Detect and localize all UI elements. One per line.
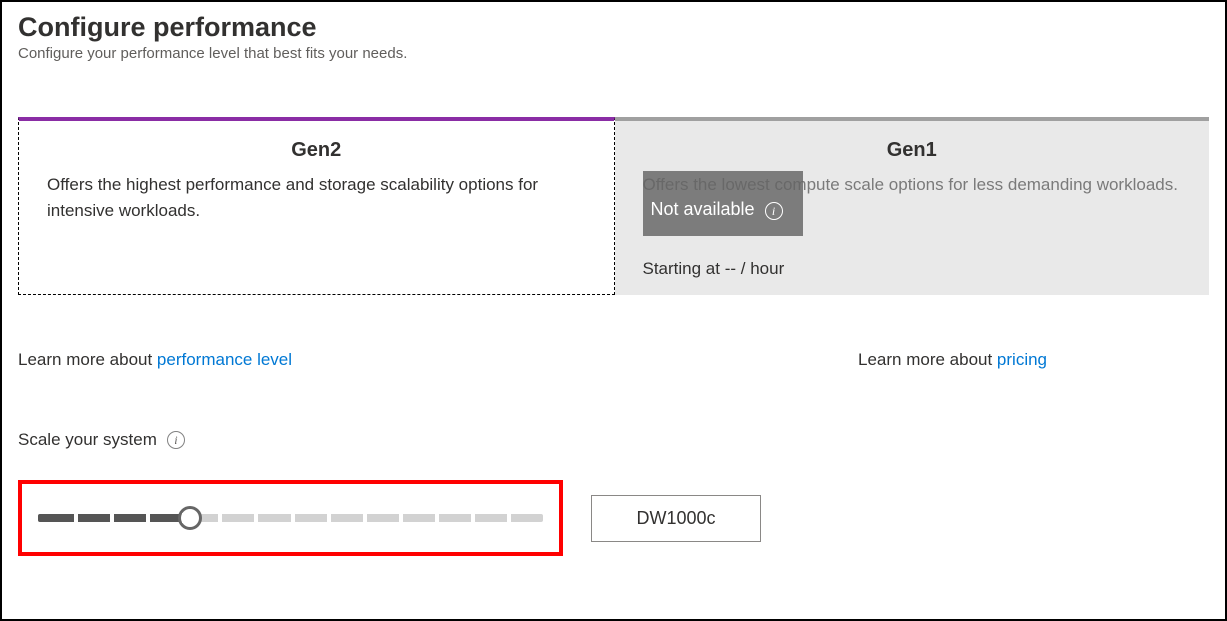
learn-more-row: Learn more about performance level Learn…: [18, 350, 1209, 370]
scale-slider-row: DW1000c: [18, 480, 1209, 556]
slider-tick: [399, 513, 403, 523]
learn-performance: Learn more about performance level: [18, 350, 858, 370]
slider-tick: [363, 513, 367, 523]
slider-tick: [182, 513, 186, 523]
slider-tick: [146, 513, 150, 523]
slider-tick: [291, 513, 295, 523]
tab-gen2-title: Gen2: [47, 139, 586, 162]
slider-tick: [254, 513, 258, 523]
pricing-link[interactable]: pricing: [997, 350, 1047, 369]
learn-pricing: Learn more about pricing: [858, 350, 1047, 370]
slider-tick: [327, 513, 331, 523]
scale-label-text: Scale your system: [18, 430, 157, 450]
performance-level-link[interactable]: performance level: [157, 350, 292, 369]
slider-tick: [507, 513, 511, 523]
scale-value-display: DW1000c: [591, 495, 761, 542]
slider-tick: [74, 513, 78, 523]
slider-thumb[interactable]: [178, 506, 202, 530]
performance-tier-tabs: Gen2 Offers the highest performance and …: [18, 117, 1209, 295]
tab-gen2[interactable]: Gen2 Offers the highest performance and …: [18, 117, 615, 295]
tab-gen1-title: Gen1: [643, 139, 1182, 162]
slider-tick: [471, 513, 475, 523]
scale-slider[interactable]: [38, 514, 543, 522]
slider-tick: [435, 513, 439, 523]
learn-prefix: Learn more about: [18, 350, 157, 369]
not-available-label: Not available: [651, 199, 755, 220]
tab-gen1: Gen1 Offers the lowest compute scale opt…: [615, 117, 1210, 295]
page-title: Configure performance: [18, 12, 1209, 43]
learn-prefix: Learn more about: [858, 350, 997, 369]
not-available-badge: Not available i: [643, 171, 803, 236]
info-icon[interactable]: i: [765, 202, 783, 220]
gen1-starting-price: Starting at -- / hour: [643, 259, 785, 279]
page-subtitle: Configure your performance level that be…: [18, 45, 1209, 62]
slider-tick: [110, 513, 114, 523]
info-icon[interactable]: i: [167, 431, 185, 449]
scale-slider-highlight: [18, 480, 563, 556]
slider-tick: [218, 513, 222, 523]
tab-gen2-description: Offers the highest performance and stora…: [47, 172, 586, 223]
scale-system-label: Scale your system i: [18, 430, 1209, 450]
